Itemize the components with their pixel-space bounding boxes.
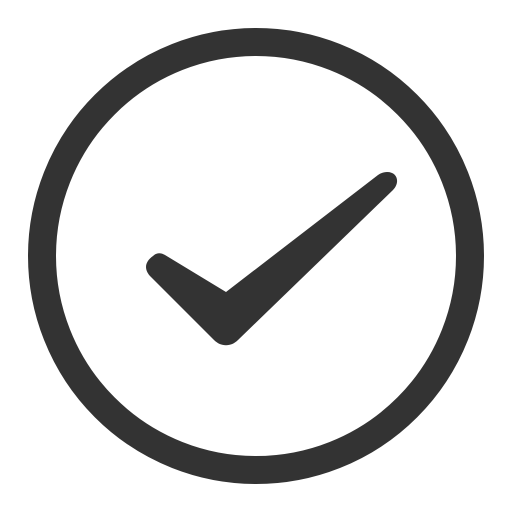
check-mark	[146, 172, 398, 346]
check-circle-icon	[28, 28, 484, 484]
icon-canvas	[0, 0, 512, 512]
circle-outline	[28, 28, 484, 484]
